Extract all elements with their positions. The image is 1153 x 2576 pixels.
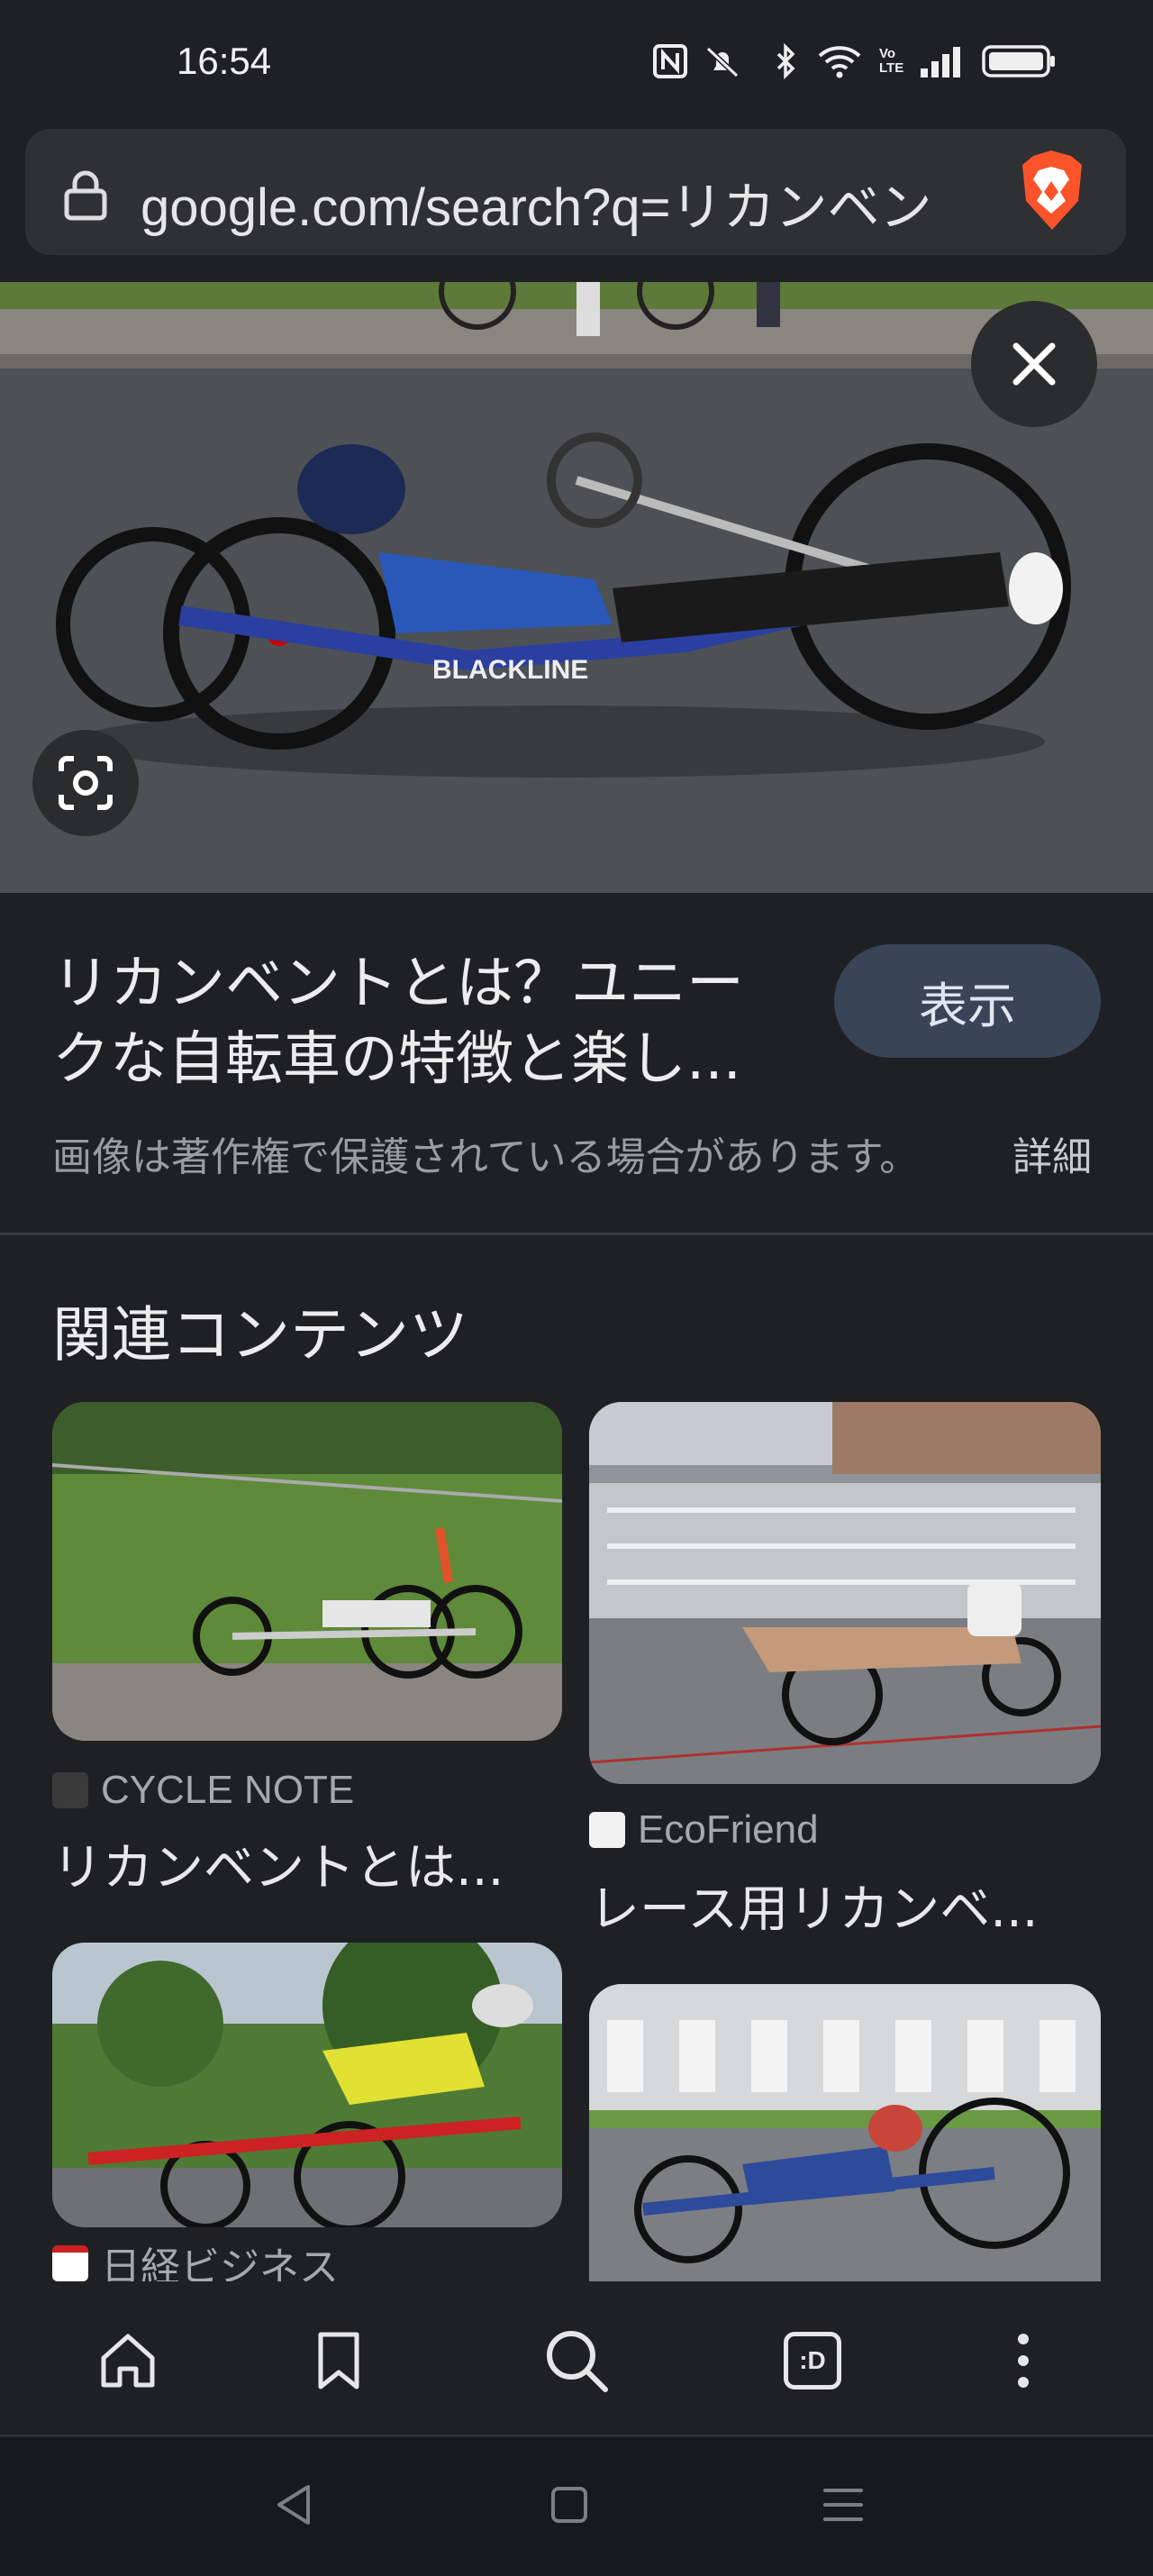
bike-brand-text: BLACKLINE — [432, 655, 588, 685]
related-image-1[interactable] — [52, 1402, 562, 1741]
bluetooth-icon — [776, 43, 795, 79]
search-icon — [547, 2331, 608, 2392]
signal-icon — [921, 47, 960, 77]
url-text[interactable]: google.com/search?q=リカンベン — [141, 165, 996, 241]
related-photo-1 — [52, 1402, 562, 1741]
tabs-icon: :D — [784, 2332, 841, 2389]
home-icon — [101, 2334, 155, 2388]
nikkei-business-favicon-icon — [52, 2245, 88, 2281]
home-square-icon — [551, 2487, 587, 2523]
ecofriend-favicon-icon — [589, 1812, 625, 1848]
related-heading: 関連コンテンツ — [52, 1300, 468, 1370]
related-title-1[interactable]: リカンベントとは... — [52, 1827, 562, 1900]
lens-button[interactable] — [32, 730, 139, 836]
battery-icon — [982, 45, 1055, 77]
home-nav-button[interactable] — [544, 2480, 595, 2530]
related-image-4[interactable] — [589, 1984, 1101, 2281]
related-source-3[interactable]: 日経ビジネス — [52, 2245, 339, 2281]
toolbar-divider — [0, 2435, 1153, 2436]
view-button[interactable]: 表示 — [834, 944, 1101, 1058]
search-button[interactable] — [540, 2325, 613, 2397]
nfc-icon — [653, 44, 687, 78]
details-link[interactable]: 詳細 — [1012, 1124, 1092, 1182]
recents-button[interactable] — [818, 2480, 868, 2530]
related-photo-4 — [589, 1984, 1101, 2281]
wifi-icon — [818, 46, 861, 78]
related-source-3-label: 日経ビジネス — [101, 2245, 339, 2281]
bookmark-icon — [318, 2332, 359, 2389]
recents-icon — [823, 2489, 863, 2521]
google-lens-icon — [59, 756, 113, 810]
close-button[interactable] — [971, 301, 1097, 427]
related-title-2[interactable]: レース用リカンベ... — [589, 1869, 1101, 1942]
related-photo-2 — [589, 1402, 1101, 1784]
more-button[interactable] — [987, 2325, 1059, 2397]
back-icon — [277, 2485, 310, 2525]
related-source-2-label: EcoFriend — [638, 1807, 819, 1852]
cycle-note-favicon-icon — [52, 1772, 88, 1808]
related-source-1-label: CYCLE NOTE — [101, 1768, 355, 1812]
related-image-2[interactable] — [589, 1402, 1101, 1784]
tabs-button[interactable]: :D — [776, 2325, 849, 2397]
more-icon — [1018, 2334, 1029, 2388]
back-button[interactable] — [268, 2480, 319, 2530]
related-source-2[interactable]: EcoFriend — [589, 1807, 819, 1852]
related-image-3[interactable] — [52, 1943, 562, 2227]
close-icon — [1012, 342, 1056, 386]
lock-icon[interactable] — [59, 169, 112, 222]
related-source-1[interactable]: CYCLE NOTE — [52, 1768, 354, 1813]
result-title[interactable]: リカンベントとは？ユニークな自転車の特徴と楽し... — [52, 946, 800, 1097]
brave-logo-icon[interactable] — [1014, 149, 1088, 233]
status-bar — [0, 0, 1153, 126]
bookmark-button[interactable] — [303, 2325, 375, 2397]
home-button[interactable] — [92, 2325, 164, 2397]
divider — [0, 1233, 1153, 1235]
status-time: 16:54 — [177, 40, 272, 82]
mute-icon — [705, 46, 740, 78]
related-photo-3 — [52, 1943, 562, 2227]
volte-icon: Vo LTE — [879, 46, 904, 76]
copyright-notice: 画像は著作権で保護されている場合があります。 — [52, 1134, 920, 1180]
